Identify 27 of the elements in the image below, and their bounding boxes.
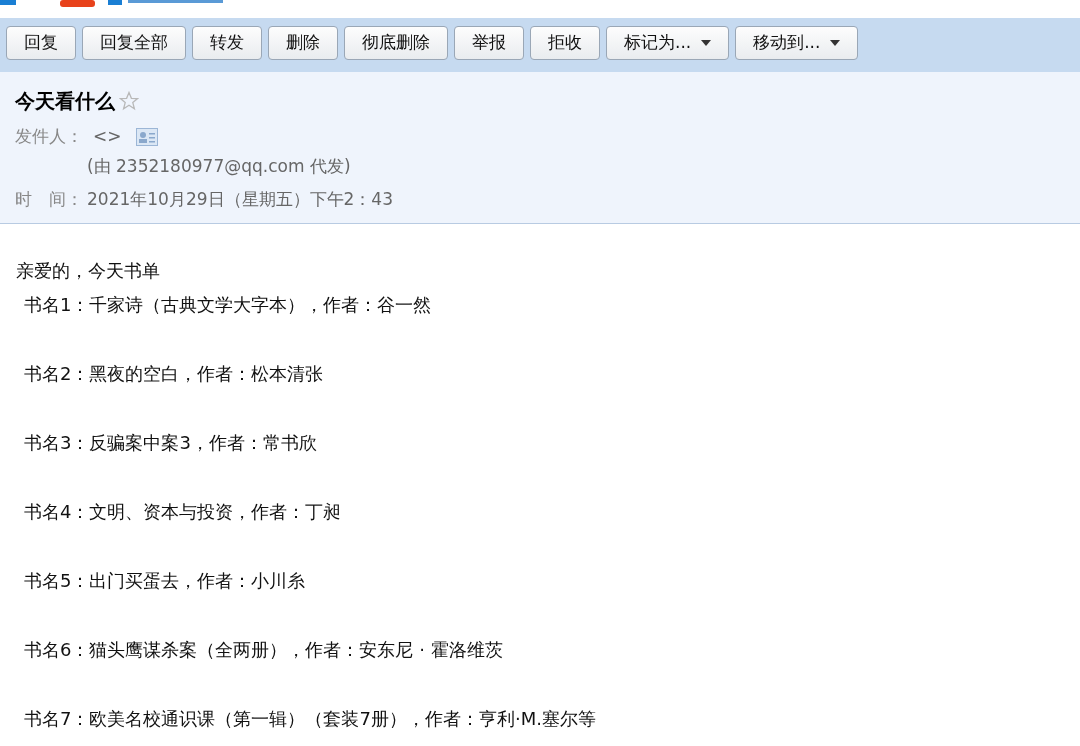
toolbar-button[interactable]: 回复 bbox=[6, 26, 76, 60]
sender-label: 发件人： bbox=[15, 125, 84, 148]
toolbar-button[interactable]: 转发 bbox=[192, 26, 262, 60]
toolbar-button[interactable]: 回复全部 bbox=[82, 26, 186, 60]
book-entry: 书名6：猫头鹰谋杀案（全两册），作者：安东尼 · 霍洛维茨 bbox=[24, 638, 504, 662]
toolbar-button[interactable]: 删除 bbox=[268, 26, 338, 60]
sent-time: 2021年10月29日（星期五）下午2：43 bbox=[87, 188, 393, 211]
email-subject: 今天看什么 bbox=[15, 88, 115, 115]
toolbar-button[interactable]: 举报 bbox=[454, 26, 524, 60]
greeting-text: 亲爱的，今天书单 bbox=[16, 259, 161, 283]
time-label: 时 间： bbox=[15, 188, 84, 211]
sender-name: <> bbox=[93, 125, 122, 148]
star-icon[interactable] bbox=[119, 91, 139, 111]
caret-icon bbox=[701, 40, 712, 46]
caret-icon bbox=[830, 40, 841, 46]
book-entry: 书名3：反骗案中案3，作者：常书欣 bbox=[24, 431, 318, 455]
contact-card-icon[interactable] bbox=[135, 127, 158, 146]
sender-via: (由 2352180977@qq.com 代发) bbox=[87, 154, 352, 178]
book-entry: 书名4：文明、资本与投资，作者：丁昶 bbox=[24, 500, 343, 524]
toolbar-button[interactable]: 拒收 bbox=[530, 26, 600, 60]
book-entry: 书名7：欧美名校通识课（第一辑）（套装7册），作者：亨利·M.塞尔等 bbox=[24, 707, 597, 731]
dropdown-button[interactable]: 移动到... bbox=[735, 26, 859, 60]
book-entry: 书名1：千家诗（古典文学大字本），作者：谷一然 bbox=[24, 293, 433, 317]
dropdown-button[interactable]: 标记为... bbox=[606, 26, 730, 60]
toolbar-button[interactable]: 彻底删除 bbox=[344, 26, 448, 60]
book-entry: 书名2：黑夜的空白，作者：松本清张 bbox=[24, 362, 325, 386]
book-entry: 书名5：出门买蛋去，作者：小川糸 bbox=[24, 569, 307, 593]
